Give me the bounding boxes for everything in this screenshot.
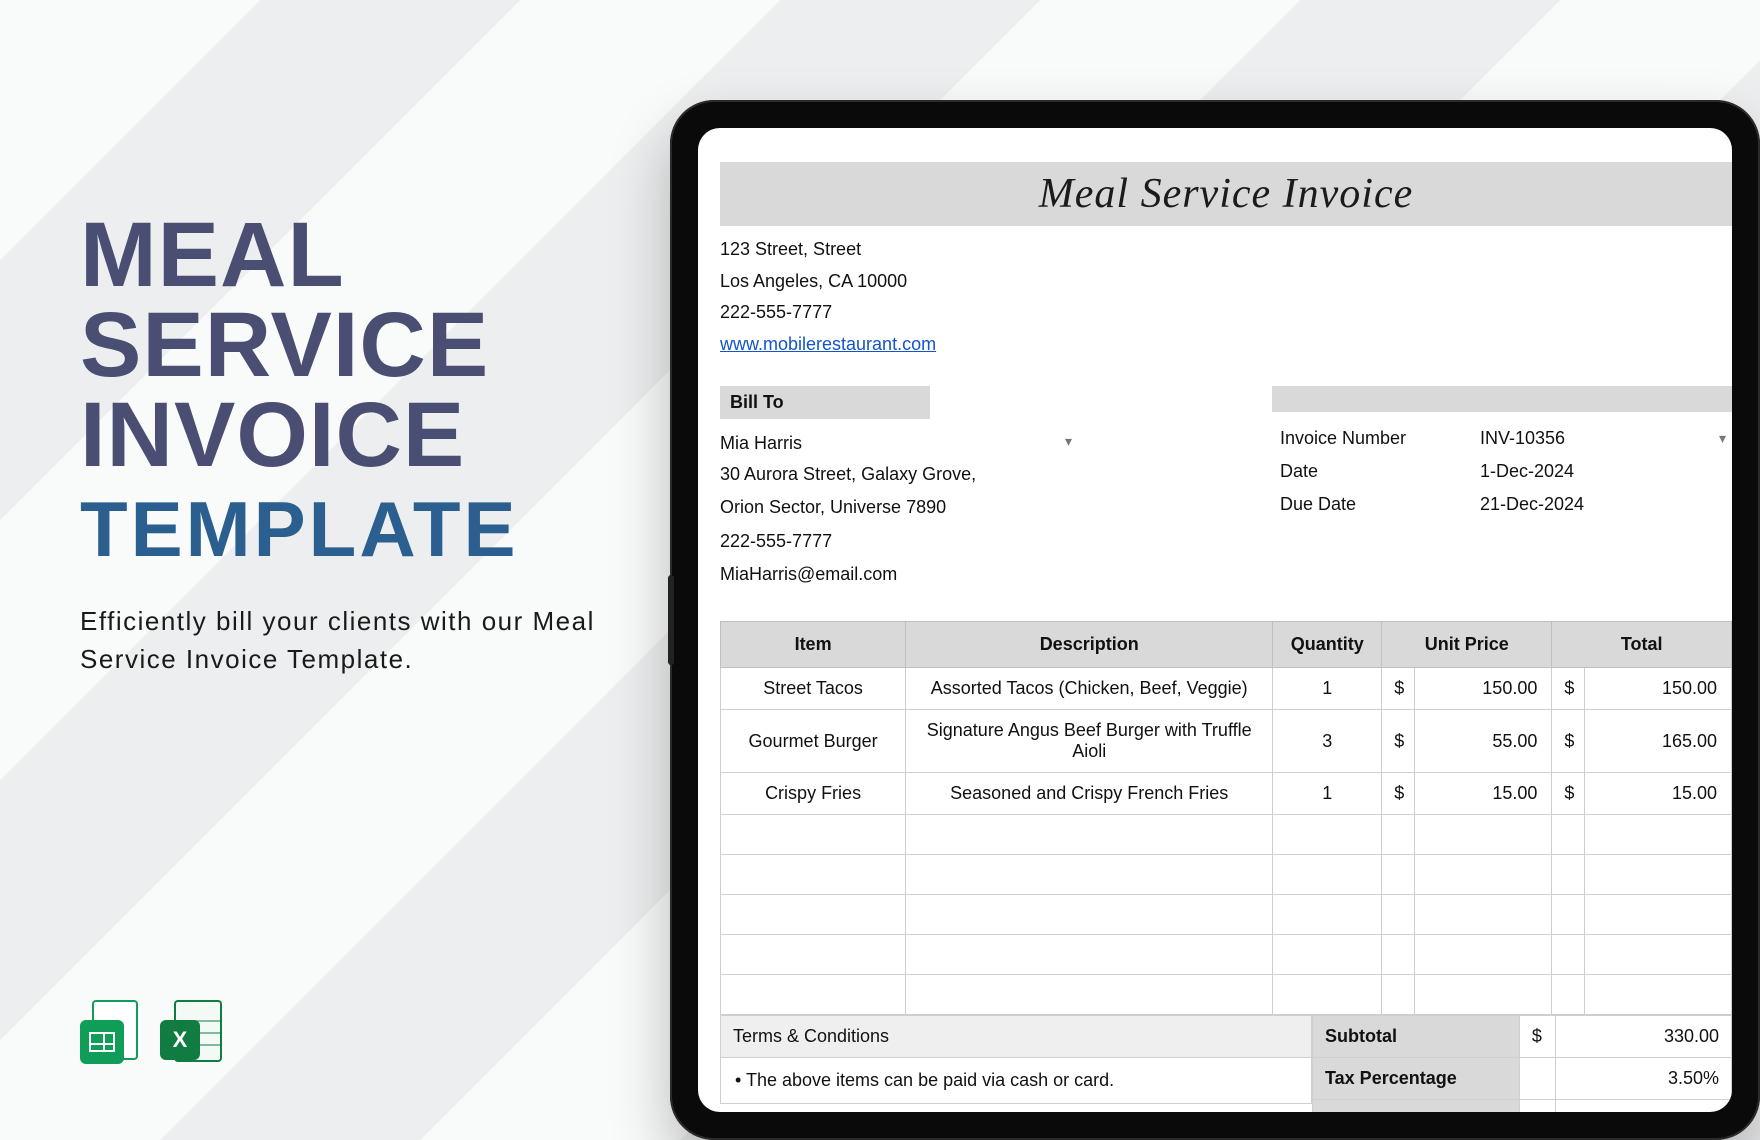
cell-desc[interactable]: Seasoned and Crispy French Fries [906,773,1273,815]
bill-to-addr2: Orion Sector, Universe 7890 [720,491,1080,524]
due-date-label: Due Date [1272,488,1472,521]
bill-to-addr1: 30 Aurora Street, Galaxy Grove, [720,458,1080,491]
cell-total-currency: $ [1552,773,1585,815]
tablet-frame: Meal Service Invoice 123 Street, Street … [670,100,1760,1140]
due-date-value: 21-Dec-2024 [1472,488,1732,521]
items-header-row: Item Description Quantity Unit Price Tot… [721,622,1732,668]
sender-phone: 222-555-7777 [720,297,1732,329]
table-row: Gourmet BurgerSignature Angus Beef Burge… [721,710,1732,773]
taxpct-spacer [1519,1058,1555,1100]
cell-item[interactable]: Street Tacos [721,668,906,710]
bill-to-heading: Bill To [720,386,930,419]
headline: MEAL SERVICE INVOICE [80,210,640,480]
col-total: Total [1552,622,1732,668]
bill-to-email: MiaHarris@email.com [720,558,1080,591]
tagline: Efficiently bill your clients with our M… [80,603,640,678]
table-row-empty [721,815,1732,855]
cell-total-currency: $ [1552,710,1585,773]
col-item: Item [721,622,906,668]
bill-to-name-dropdown[interactable]: Mia Harris [720,429,1080,458]
bill-meta-row: Bill To Mia Harris 30 Aurora Street, Gal… [720,386,1732,591]
tablet-screen: Meal Service Invoice 123 Street, Street … [698,128,1732,1112]
table-row-empty [721,895,1732,935]
google-sheets-icon [80,1000,142,1078]
table-row-empty [721,935,1732,975]
app-icons: X [80,1000,222,1078]
col-qty: Quantity [1273,622,1382,668]
cell-unit-price[interactable]: 55.00 [1415,710,1552,773]
date-value: 1-Dec-2024 [1472,455,1732,488]
meta-table: Invoice Number INV-10356 Date 1-Dec-2024… [1272,422,1732,521]
cell-unit-price[interactable]: 150.00 [1415,668,1552,710]
col-unit: Unit Price [1382,622,1552,668]
terms-body: • The above items can be paid via cash o… [720,1058,1312,1104]
terms-heading: Terms & Conditions [720,1015,1312,1058]
excel-icon: X [160,1000,222,1078]
headline-line-3: INVOICE [80,384,465,486]
invoice-title-ribbon: Meal Service Invoice [720,162,1732,226]
cell-unit-currency: $ [1382,773,1415,815]
items-table: Item Description Quantity Unit Price Tot… [720,621,1732,1015]
terms-block: Terms & Conditions • The above items can… [720,1015,1312,1112]
taxpct-value: 3.50% [1556,1058,1732,1100]
headline-sub: TEMPLATE [80,484,640,575]
stage: MEAL SERVICE INVOICE TEMPLATE Efficientl… [0,0,1760,1140]
sender-street: 123 Street, Street [720,234,1732,266]
cell-qty[interactable]: 1 [1273,773,1382,815]
promo-block: MEAL SERVICE INVOICE TEMPLATE Efficientl… [80,210,640,679]
cell-total: 15.00 [1585,773,1732,815]
table-row: Street TacosAssorted Tacos (Chicken, Bee… [721,668,1732,710]
subtotal-label: Subtotal [1313,1016,1520,1058]
date-label: Date [1272,455,1472,488]
headline-line-2: SERVICE [80,294,489,396]
cell-total: 150.00 [1585,668,1732,710]
cell-qty[interactable]: 1 [1273,668,1382,710]
cell-item[interactable]: Gourmet Burger [721,710,906,773]
table-row: Crispy FriesSeasoned and Crispy French F… [721,773,1732,815]
invoice-meta: Invoice Number INV-10356 Date 1-Dec-2024… [1272,386,1732,521]
subtotal-value: 330.00 [1556,1016,1732,1058]
bill-to-name: Mia Harris [720,433,802,453]
subtotal-currency: $ [1519,1016,1555,1058]
below-table: Terms & Conditions • The above items can… [720,1015,1732,1112]
cell-unit-currency: $ [1382,710,1415,773]
taxamt-value: 11.55 [1556,1100,1732,1112]
bill-to-phone: 222-555-7777 [720,525,1080,558]
taxamt-label: Tax Amount [1313,1100,1520,1112]
taxpct-label: Tax Percentage [1313,1058,1520,1100]
col-desc: Description [906,622,1273,668]
cell-qty[interactable]: 3 [1273,710,1382,773]
cell-unit-currency: $ [1382,668,1415,710]
cell-desc[interactable]: Assorted Tacos (Chicken, Beef, Veggie) [906,668,1273,710]
sender-website-link[interactable]: www.mobilerestaurant.com [720,334,936,354]
cell-desc[interactable]: Signature Angus Beef Burger with Truffle… [906,710,1273,773]
invoice-number-dropdown[interactable]: INV-10356 [1472,422,1732,455]
taxamt-currency: $ [1519,1100,1555,1112]
headline-line-1: MEAL [80,204,345,306]
invoice-document: Meal Service Invoice 123 Street, Street … [720,150,1732,1112]
invoice-title: Meal Service Invoice [1039,170,1413,218]
cell-item[interactable]: Crispy Fries [721,773,906,815]
bill-to-block: Bill To Mia Harris 30 Aurora Street, Gal… [720,386,1080,591]
meta-header-bar [1272,386,1732,412]
table-row-empty [721,975,1732,1015]
totals-table: Subtotal $ 330.00 Tax Percentage 3.50% T… [1312,1015,1732,1112]
cell-unit-price[interactable]: 15.00 [1415,773,1552,815]
invoice-number-value: INV-10356 [1480,428,1565,448]
cell-total-currency: $ [1552,668,1585,710]
table-row-empty [721,855,1732,895]
cell-total: 165.00 [1585,710,1732,773]
invoice-number-label: Invoice Number [1272,422,1472,455]
sender-city: Los Angeles, CA 10000 [720,266,1732,298]
sender-block: 123 Street, Street Los Angeles, CA 10000… [720,234,1732,360]
